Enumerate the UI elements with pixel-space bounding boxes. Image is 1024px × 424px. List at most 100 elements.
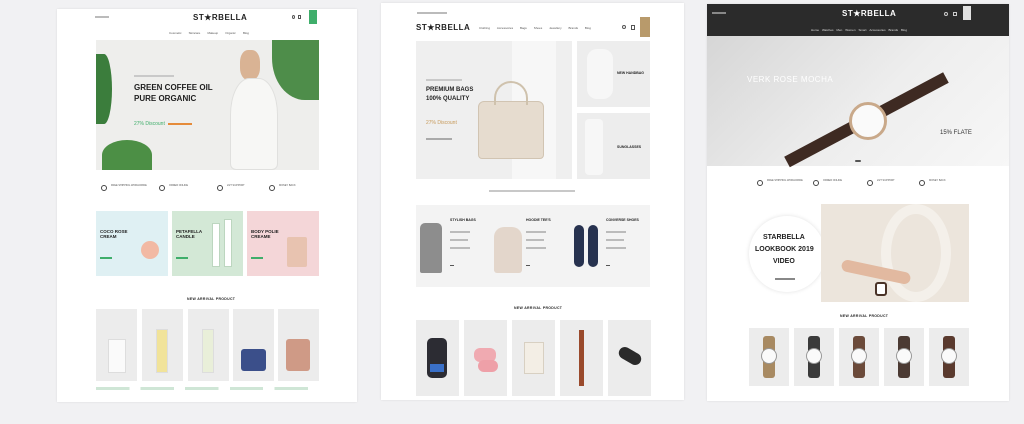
nav-item[interactable]: Men bbox=[836, 28, 842, 32]
hero-title-line2: 100% QUALITY bbox=[426, 96, 470, 102]
feature-label: ORDER ONLINE bbox=[823, 179, 843, 182]
header-left-links[interactable] bbox=[95, 16, 109, 18]
lookbook-title-line2: LOOKBOOK 2019 bbox=[755, 246, 814, 253]
arrow-icon[interactable] bbox=[606, 265, 610, 266]
nav-item[interactable]: Organic bbox=[225, 31, 236, 35]
category-title[interactable]: CONVERSE SHOES bbox=[606, 218, 639, 223]
cart-button[interactable] bbox=[640, 17, 650, 37]
product-card[interactable] bbox=[278, 309, 319, 381]
hero-discount: 27% Discount bbox=[134, 121, 165, 127]
hero-title-line2: PURE ORGANIC bbox=[134, 94, 197, 103]
feature-label: 24/7 SUPPORT bbox=[227, 184, 245, 187]
lookbook-image[interactable] bbox=[821, 204, 969, 302]
product-card[interactable] bbox=[839, 328, 879, 386]
product-card[interactable] bbox=[512, 320, 555, 396]
nav-item[interactable]: Women bbox=[845, 28, 855, 32]
theme-preview-watches[interactable]: ST★RBELLA Home Watches Men Women Smart A… bbox=[707, 4, 1009, 401]
nav-item[interactable]: Clothing bbox=[479, 26, 490, 30]
cart-button[interactable] bbox=[309, 10, 317, 24]
user-icon[interactable] bbox=[292, 15, 295, 19]
product-card[interactable] bbox=[416, 320, 459, 396]
category-title[interactable]: STYLISH BAGS bbox=[450, 218, 476, 223]
arrow-icon[interactable] bbox=[526, 265, 530, 266]
section-title: NEW ARRIVAL PRODUCT bbox=[514, 306, 563, 310]
hero-title-line1: PREMIUM BAGS bbox=[426, 87, 474, 93]
site-logo[interactable]: ST★RBELLA bbox=[193, 14, 247, 22]
side-banner[interactable]: SUNGLASSES bbox=[577, 113, 650, 179]
site-logo[interactable]: ST★RBELLA bbox=[416, 24, 470, 32]
hero-cta-link[interactable] bbox=[426, 138, 452, 140]
promo-cta[interactable] bbox=[176, 257, 188, 259]
hero-banner[interactable]: GREEN COFFEE OIL PURE ORGANIC 27% Discou… bbox=[96, 40, 319, 170]
hero-cta-link[interactable] bbox=[168, 123, 192, 125]
cart-button[interactable] bbox=[963, 6, 971, 20]
nav-item[interactable]: Blog bbox=[901, 28, 907, 32]
side-banner-title: SUNGLASSES bbox=[617, 145, 642, 149]
feature-row: FREE SHIPPING WORLDWIDE ORDER ONLINE 24/… bbox=[99, 183, 319, 193]
nav-item[interactable]: Bags bbox=[520, 26, 527, 30]
nav-item[interactable]: Accessories bbox=[497, 26, 513, 30]
nav-item[interactable]: Watches bbox=[822, 28, 834, 32]
theme-preview-cosmetics[interactable]: ST★RBELLA Cosmetic Skincare Makeup Organ… bbox=[57, 9, 357, 402]
topbar-links[interactable] bbox=[417, 12, 447, 14]
search-icon[interactable] bbox=[622, 25, 626, 29]
promo-banner[interactable]: COCO ROSE CREAM bbox=[96, 211, 168, 276]
nav-item[interactable]: Shoes bbox=[534, 26, 543, 30]
product-card[interactable] bbox=[142, 309, 183, 381]
wishlist-icon[interactable] bbox=[631, 25, 635, 30]
main-nav: Cosmetic Skincare Makeup Organic Blog bbox=[169, 31, 249, 35]
product-card[interactable] bbox=[794, 328, 834, 386]
wishlist-icon[interactable] bbox=[298, 15, 301, 19]
product-card[interactable] bbox=[608, 320, 651, 396]
nav-item[interactable]: Brands bbox=[889, 28, 899, 32]
nav-item[interactable]: Smart bbox=[858, 28, 866, 32]
site-logo[interactable]: ST★RBELLA bbox=[842, 10, 896, 18]
header-links[interactable] bbox=[712, 12, 726, 14]
nav-item[interactable]: Brands bbox=[569, 26, 579, 30]
lookbook-circle bbox=[749, 216, 825, 292]
nav-item[interactable]: Jewellery bbox=[549, 26, 562, 30]
promo-title: PETAFELLA CANDLE bbox=[176, 229, 202, 240]
hero-eyebrow bbox=[134, 75, 174, 77]
user-icon[interactable] bbox=[953, 12, 957, 16]
nav-item[interactable]: Makeup bbox=[207, 31, 218, 35]
promo-cta[interactable] bbox=[100, 257, 112, 259]
product-card[interactable] bbox=[884, 328, 924, 386]
nav-item[interactable]: Blog bbox=[585, 26, 591, 30]
product-card[interactable] bbox=[233, 309, 274, 381]
product-card[interactable] bbox=[560, 320, 603, 396]
lookbook-cta[interactable] bbox=[775, 278, 795, 280]
product-card[interactable] bbox=[749, 328, 789, 386]
promo-banner[interactable]: BODY POLIE CREAME bbox=[247, 211, 319, 276]
category-title[interactable]: HOODIE TEE'S bbox=[526, 218, 551, 223]
money-icon bbox=[919, 180, 925, 186]
section-title: NEW ARRIVAL PRODUCT bbox=[187, 297, 236, 301]
support-icon bbox=[867, 180, 873, 186]
nav-item[interactable]: Blog bbox=[243, 31, 249, 35]
side-banner[interactable]: NEW HANDBAG bbox=[577, 41, 650, 107]
leaf-image-bottom bbox=[102, 140, 152, 170]
promo-banner[interactable]: PETAFELLA CANDLE bbox=[172, 211, 243, 276]
nav-item[interactable]: Skincare bbox=[189, 31, 201, 35]
nav-item[interactable]: Accessories bbox=[869, 28, 885, 32]
promo-title: BODY POLIE CREAME bbox=[251, 229, 279, 240]
hero-flat: 15% FLATE bbox=[940, 130, 972, 136]
slider-dots[interactable] bbox=[855, 160, 861, 162]
arrow-icon[interactable] bbox=[450, 265, 454, 266]
product-card[interactable] bbox=[96, 309, 137, 381]
product-card[interactable] bbox=[464, 320, 507, 396]
search-icon[interactable] bbox=[944, 12, 948, 16]
hero-title-line1: GREEN COFFEE OIL bbox=[134, 83, 213, 92]
truck-icon bbox=[757, 180, 763, 186]
nav-item[interactable]: Cosmetic bbox=[169, 31, 182, 35]
hero-banner[interactable]: PREMIUM BAGS 100% QUALITY 27% Discount bbox=[416, 41, 572, 179]
nav-item[interactable]: Home bbox=[811, 28, 819, 32]
hero-banner[interactable]: VERK ROSE MOCHA 15% FLATE bbox=[707, 36, 1009, 168]
theme-preview-fashion[interactable]: ST★RBELLA Clothing Accessories Bags Shoe… bbox=[381, 3, 684, 400]
feature-label: FREE SHIPPING WORLDWIDE bbox=[767, 179, 803, 182]
product-card[interactable] bbox=[929, 328, 969, 386]
product-card[interactable] bbox=[188, 309, 229, 381]
product-price-row bbox=[96, 387, 319, 390]
promo-cta[interactable] bbox=[251, 257, 263, 259]
category-image-hoodie bbox=[494, 227, 522, 273]
